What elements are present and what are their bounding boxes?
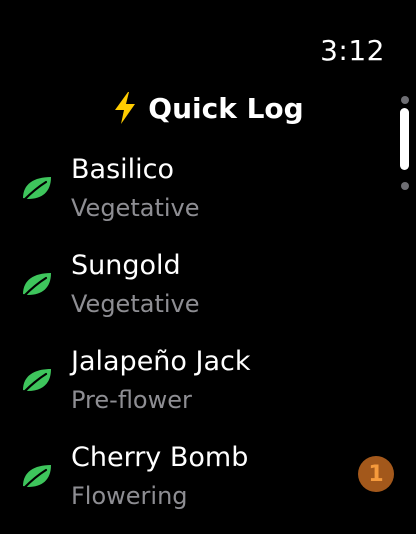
leaf-icon — [22, 465, 51, 490]
plant-row-basilico[interactable]: Basilico Vegetative — [0, 150, 416, 246]
leaf-icon — [22, 177, 51, 202]
page-title: Quick Log — [148, 91, 304, 125]
status-time: 3:12 — [320, 34, 385, 67]
plant-stage: Vegetative — [71, 194, 200, 222]
leaf-icon — [22, 369, 51, 394]
plant-row-cherry-bomb[interactable]: Cherry Bomb Flowering — [0, 438, 416, 534]
plant-row-jalapeno-jack[interactable]: Jalapeño Jack Pre-flower — [0, 342, 416, 438]
plant-name: Cherry Bomb — [71, 442, 249, 473]
plant-list: Basilico Vegetative Sungold Vegetative J… — [0, 150, 416, 534]
notification-badge[interactable]: 1 — [358, 456, 394, 492]
plant-stage: Vegetative — [71, 290, 200, 318]
plant-name: Basilico — [71, 154, 175, 185]
plant-stage: Pre-flower — [71, 386, 192, 414]
plant-name: Sungold — [71, 250, 181, 281]
scroll-dot-top — [401, 96, 409, 104]
plant-row-sungold[interactable]: Sungold Vegetative — [0, 246, 416, 342]
page-header: Quick Log — [0, 88, 416, 128]
leaf-icon — [22, 273, 51, 298]
bolt-icon — [115, 92, 136, 124]
plant-stage: Flowering — [71, 482, 188, 510]
plant-name: Jalapeño Jack — [71, 346, 251, 377]
